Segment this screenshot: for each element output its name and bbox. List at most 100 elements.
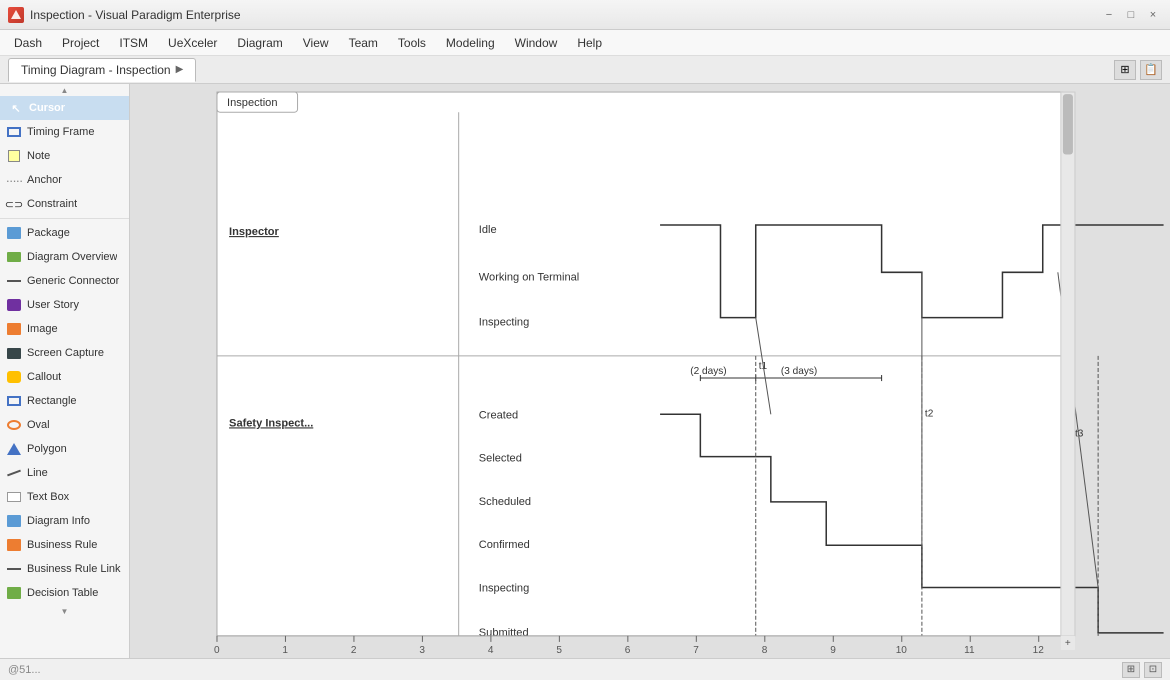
svg-text:6: 6 xyxy=(625,645,631,656)
text-box-label: Text Box xyxy=(27,491,69,503)
screen-capture-tool[interactable]: Screen Capture xyxy=(0,341,129,365)
callout-tool[interactable]: Callout xyxy=(0,365,129,389)
svg-text:Safety Inspect...: Safety Inspect... xyxy=(229,417,313,429)
line-label: Line xyxy=(27,467,48,479)
svg-text:Idle: Idle xyxy=(479,224,497,236)
svg-text:11: 11 xyxy=(964,645,975,656)
package-tool[interactable]: Package xyxy=(0,221,129,245)
polygon-tool[interactable]: Polygon xyxy=(0,437,129,461)
canvas-area[interactable]: Inspection Inspector Idle Working on Ter… xyxy=(130,84,1170,658)
minimize-button[interactable]: − xyxy=(1100,6,1118,24)
oval-tool[interactable]: Oval xyxy=(0,413,129,437)
svg-text:Inspector: Inspector xyxy=(229,226,279,238)
svg-text:7: 7 xyxy=(693,645,699,656)
svg-text:5: 5 xyxy=(556,645,562,656)
business-rule-icon xyxy=(6,537,22,553)
note-tool[interactable]: Note xyxy=(0,144,129,168)
diagram-info-icon xyxy=(6,513,22,529)
svg-text:10: 10 xyxy=(896,645,908,656)
cursor-tool[interactable]: ↖ Cursor xyxy=(0,96,129,120)
menu-item-project[interactable]: Project xyxy=(52,33,109,53)
svg-text:12: 12 xyxy=(1033,645,1045,656)
svg-text:(3 days): (3 days) xyxy=(781,366,817,377)
constraint-label: Constraint xyxy=(27,198,77,210)
svg-text:Selected: Selected xyxy=(479,453,522,465)
text-box-tool[interactable]: Text Box xyxy=(0,485,129,509)
decision-table-tool[interactable]: Decision Table xyxy=(0,581,129,605)
svg-text:8: 8 xyxy=(762,645,768,656)
diagram-overview-label: Diagram Overview xyxy=(27,251,117,263)
panel-expand-bottom[interactable]: ▼ xyxy=(0,605,129,617)
timing-frame-tool[interactable]: Timing Frame xyxy=(0,120,129,144)
menu-item-itsm[interactable]: ITSM xyxy=(109,33,158,53)
line-tool[interactable]: Line xyxy=(0,461,129,485)
line-icon xyxy=(6,465,22,481)
menu-item-window[interactable]: Window xyxy=(505,33,568,53)
panel-expand-top[interactable]: ▲ xyxy=(0,84,129,96)
diagram-svg: Inspection Inspector Idle Working on Ter… xyxy=(130,84,1170,658)
svg-text:3: 3 xyxy=(419,645,425,656)
timing-frame-label: Timing Frame xyxy=(27,126,94,138)
toolbar-icon-2[interactable]: 📋 xyxy=(1140,60,1162,80)
image-icon xyxy=(6,321,22,337)
diagram-overview-icon xyxy=(6,249,22,265)
image-tool[interactable]: Image xyxy=(0,317,129,341)
menu-item-tools[interactable]: Tools xyxy=(388,33,436,53)
diagram-overview-tool[interactable]: Diagram Overview xyxy=(0,245,129,269)
menu-bar: DashProjectITSMUeXcelerDiagramViewTeamTo… xyxy=(0,30,1170,56)
business-rule-link-icon xyxy=(6,561,22,577)
callout-label: Callout xyxy=(27,371,61,383)
menu-item-modeling[interactable]: Modeling xyxy=(436,33,505,53)
constraint-tool[interactable]: ⊂⊃ Constraint xyxy=(0,192,129,216)
status-text: @51... xyxy=(8,664,41,676)
business-rule-label: Business Rule xyxy=(27,539,97,551)
timing-frame-icon xyxy=(6,124,22,140)
menu-item-team[interactable]: Team xyxy=(339,33,388,53)
maximize-button[interactable]: □ xyxy=(1122,6,1140,24)
anchor-tool[interactable]: ····· Anchor xyxy=(0,168,129,192)
generic-connector-label: Generic Connector xyxy=(27,275,119,287)
cursor-icon: ↖ xyxy=(8,100,24,116)
svg-text:1: 1 xyxy=(282,645,288,656)
svg-text:Inspecting: Inspecting xyxy=(479,317,529,329)
main-layout: ▲ ↖ Cursor Timing Frame Note ····· Ancho… xyxy=(0,84,1170,658)
active-tab[interactable]: Timing Diagram - Inspection ▶ xyxy=(8,58,196,82)
menu-item-diagram[interactable]: Diagram xyxy=(227,33,292,53)
status-bar: @51... ⊞ ⊡ xyxy=(0,658,1170,680)
user-story-tool[interactable]: User Story xyxy=(0,293,129,317)
menu-item-uexceler[interactable]: UeXceler xyxy=(158,33,227,53)
title-bar: Inspection - Visual Paradigm Enterprise … xyxy=(0,0,1170,30)
app-title: Inspection - Visual Paradigm Enterprise xyxy=(30,8,1100,22)
rectangle-tool[interactable]: Rectangle xyxy=(0,389,129,413)
callout-icon xyxy=(6,369,22,385)
rectangle-label: Rectangle xyxy=(27,395,77,407)
business-rule-link-label: Business Rule Link xyxy=(27,563,121,575)
menu-item-dash[interactable]: Dash xyxy=(4,33,52,53)
menu-item-view[interactable]: View xyxy=(293,33,339,53)
zoom-icon[interactable]: ⊞ xyxy=(1122,662,1140,678)
left-panel: ▲ ↖ Cursor Timing Frame Note ····· Ancho… xyxy=(0,84,130,658)
fit-icon[interactable]: ⊡ xyxy=(1144,662,1162,678)
close-button[interactable]: × xyxy=(1144,6,1162,24)
rectangle-icon xyxy=(6,393,22,409)
window-controls: − □ × xyxy=(1100,6,1162,24)
business-rule-tool[interactable]: Business Rule xyxy=(0,533,129,557)
note-label: Note xyxy=(27,150,50,162)
tab-bar: Timing Diagram - Inspection ▶ ⊞ 📋 xyxy=(0,56,1170,84)
anchor-icon: ····· xyxy=(6,172,22,188)
svg-text:Inspection: Inspection xyxy=(227,97,277,109)
oval-label: Oval xyxy=(27,419,50,431)
screen-capture-label: Screen Capture xyxy=(27,347,104,359)
status-icons: ⊞ ⊡ xyxy=(1122,662,1162,678)
business-rule-link-tool[interactable]: Business Rule Link xyxy=(0,557,129,581)
note-icon xyxy=(6,148,22,164)
toolbar-icon-1[interactable]: ⊞ xyxy=(1114,60,1136,80)
polygon-label: Polygon xyxy=(27,443,67,455)
generic-connector-tool[interactable]: Generic Connector xyxy=(0,269,129,293)
image-label: Image xyxy=(27,323,58,335)
menu-item-help[interactable]: Help xyxy=(567,33,612,53)
app-icon xyxy=(8,7,24,23)
anchor-label: Anchor xyxy=(27,174,62,186)
polygon-icon xyxy=(6,441,22,457)
diagram-info-tool[interactable]: Diagram Info xyxy=(0,509,129,533)
